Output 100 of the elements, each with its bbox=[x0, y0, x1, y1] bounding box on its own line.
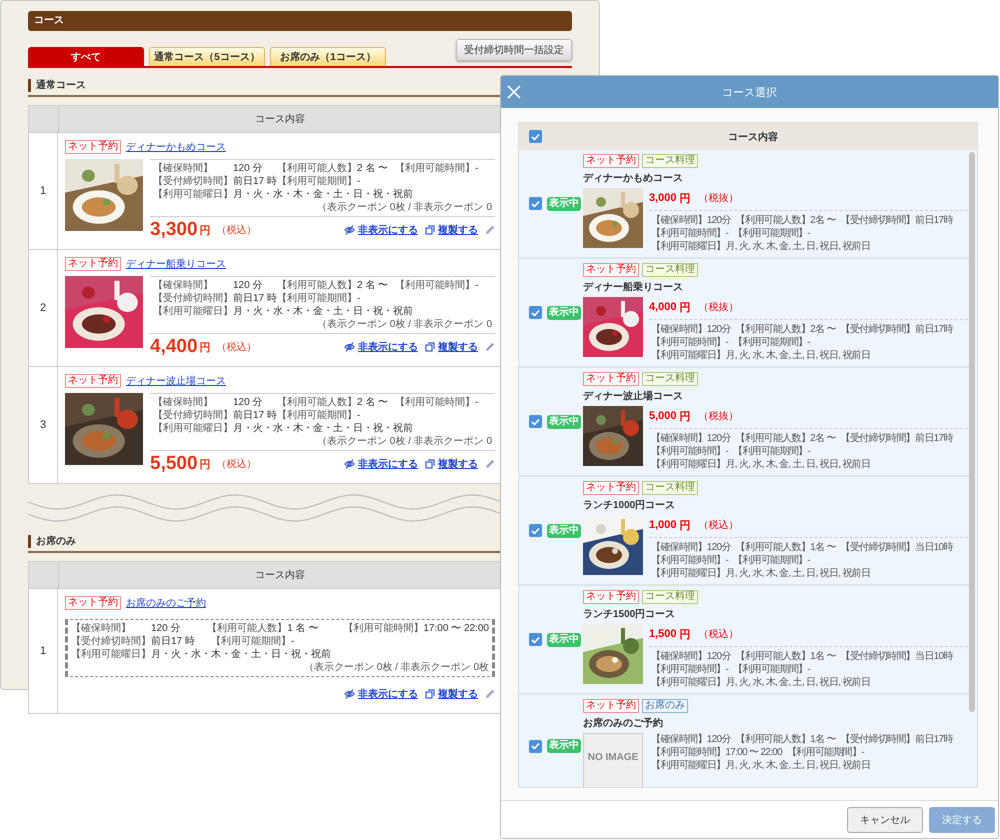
course-detail: 【利用可能時間】- bbox=[651, 554, 728, 567]
course-detail: 【確保時間】120分 bbox=[651, 733, 731, 746]
checkbox[interactable] bbox=[529, 633, 542, 646]
course-name: ランチ1500円コース bbox=[583, 608, 676, 622]
currency: 円 bbox=[200, 224, 211, 238]
reservation-tag: ネット予約 bbox=[65, 140, 121, 154]
hide-link[interactable]: 非表示にする bbox=[344, 223, 418, 237]
course-tag: ネット予約 bbox=[583, 263, 639, 277]
field-label: 【利用可能人数】 bbox=[277, 162, 357, 175]
course-tag: ネット予約 bbox=[583, 590, 639, 604]
eye-slash-icon bbox=[344, 689, 355, 699]
field-value: 2 名 〜 bbox=[357, 396, 388, 409]
course-tag: ネット予約 bbox=[583, 699, 639, 713]
dialog-button[interactable]: キャンセル bbox=[847, 806, 923, 832]
hide-link[interactable]: 非表示にする bbox=[344, 457, 418, 471]
scrollbar[interactable] bbox=[969, 152, 975, 712]
pencil-icon[interactable] bbox=[485, 342, 495, 352]
copy-link[interactable]: 複製する bbox=[425, 457, 478, 471]
course-detail: 【利用可能曜日】月, 火, 水, 木, 金, 土, 日, 祝日, 祝前日 bbox=[651, 240, 870, 253]
price: 4,400 bbox=[150, 336, 198, 358]
course-tag: コース料理 bbox=[642, 263, 698, 277]
field-label: 【利用可能期間】 bbox=[211, 635, 291, 648]
field-value: 1 名 〜 bbox=[287, 622, 318, 635]
course-detail: 【利用可能期間】- bbox=[733, 663, 810, 676]
status-badge: 表示中 bbox=[547, 632, 581, 646]
row-number: 1 bbox=[40, 645, 46, 657]
price: 4,000 bbox=[649, 301, 677, 313]
tab[interactable]: お席のみ（1コース） bbox=[270, 47, 386, 66]
course-link[interactable]: ディナーかもめコース bbox=[126, 140, 226, 154]
close-icon[interactable] bbox=[507, 85, 521, 99]
field-label: 【利用可能曜日】 bbox=[153, 305, 233, 318]
eye-slash-icon bbox=[344, 225, 355, 235]
course-detail: 【利用可能人数】1名 〜 bbox=[736, 541, 836, 554]
tax-note: （税込） bbox=[698, 628, 739, 641]
course-detail: 【確保時間】120分 bbox=[651, 650, 731, 663]
field-label: 【確保時間】 bbox=[153, 162, 214, 175]
course-name: ディナーかもめコース bbox=[583, 172, 684, 186]
bulk-setting-button[interactable]: 受付締切時間一括設定 bbox=[456, 39, 572, 61]
checkbox[interactable] bbox=[529, 130, 542, 143]
pencil-icon[interactable] bbox=[485, 459, 495, 469]
course-tag: コース料理 bbox=[642, 590, 698, 604]
course-name: ディナー波止場コース bbox=[583, 390, 684, 404]
row-number: 2 bbox=[40, 302, 46, 314]
eye-slash-icon bbox=[344, 459, 355, 469]
pencil-icon[interactable] bbox=[485, 225, 495, 235]
status-badge: 表示中 bbox=[547, 739, 581, 753]
field-label: 【利用可能時間】 bbox=[343, 622, 424, 635]
course-detail: 【利用可能人数】2名 〜 bbox=[736, 323, 836, 336]
tab[interactable]: すべて bbox=[28, 47, 144, 66]
course-detail: 【利用可能期間】- bbox=[733, 336, 810, 349]
tax-note: （税抜） bbox=[698, 300, 739, 314]
field-label: 【受付締切時間】 bbox=[153, 292, 233, 305]
field-value: 月・火・水・木・金・土・日・祝・祝前 bbox=[233, 422, 413, 435]
course-detail: 【利用可能時間】- bbox=[651, 445, 728, 458]
course-link[interactable]: ディナー波止場コース bbox=[126, 374, 226, 388]
checkbox[interactable] bbox=[529, 524, 542, 537]
field-value: - bbox=[357, 292, 360, 305]
price: 1,500 bbox=[649, 628, 677, 640]
course-detail: 【受付締切時間】当日10時 bbox=[840, 650, 953, 663]
hide-link[interactable]: 非表示にする bbox=[344, 687, 418, 701]
course-detail: 【利用可能人数】2名 〜 bbox=[736, 214, 836, 227]
course-detail: 【受付締切時間】当日10時 bbox=[840, 541, 953, 554]
reservation-tag: ネット予約 bbox=[65, 596, 121, 610]
checkbox[interactable] bbox=[529, 306, 542, 319]
course-name: お席のみのご予約 bbox=[583, 716, 664, 731]
tax-note: （税込） bbox=[698, 518, 739, 532]
copy-link[interactable]: 複製する bbox=[425, 223, 478, 237]
hide-link[interactable]: 非表示にする bbox=[344, 340, 418, 354]
field-value: - bbox=[475, 162, 478, 175]
checkbox[interactable] bbox=[529, 197, 542, 210]
tax-note: （税抜） bbox=[698, 410, 739, 423]
course-detail: 【利用可能時間】- bbox=[651, 336, 728, 349]
copy-link[interactable]: 複製する bbox=[425, 687, 478, 701]
course-detail: 【確保時間】120分 bbox=[651, 214, 731, 227]
coupon-count: （表示クーポン 0枚 / 非表示クーポン 0 bbox=[316, 318, 492, 331]
section-heading: お席のみ bbox=[28, 535, 76, 548]
course-detail: 【利用可能期間】- bbox=[733, 227, 810, 240]
price: 1,000 bbox=[649, 519, 677, 531]
field-label: 【利用可能人数】 bbox=[207, 622, 288, 635]
currency: 円 bbox=[680, 300, 691, 314]
course-detail: 【受付締切時間】前日17時 bbox=[840, 323, 953, 336]
tab[interactable]: 通常コース（5コース） bbox=[149, 47, 265, 66]
field-label: 【受付締切時間】 bbox=[153, 409, 233, 422]
course-link[interactable]: ディナー船乗りコース bbox=[126, 257, 226, 271]
copy-icon bbox=[425, 689, 435, 699]
copy-link[interactable]: 複製する bbox=[425, 340, 478, 354]
field-value: - bbox=[357, 175, 360, 188]
section-heading: 通常コース bbox=[28, 79, 86, 92]
field-label: 【利用可能時間】 bbox=[395, 396, 475, 409]
course-detail: 【確保時間】120分 bbox=[651, 323, 731, 336]
status-badge: 表示中 bbox=[547, 196, 581, 210]
course-tag: コース料理 bbox=[642, 481, 698, 495]
tax-note: （税込） bbox=[216, 224, 257, 237]
course-link[interactable]: お席のみのご予約 bbox=[126, 596, 206, 610]
course-detail: 【利用可能期間】- bbox=[733, 554, 810, 567]
course-tag: ネット予約 bbox=[583, 372, 639, 386]
coupon-count: （表示クーポン 0枚 / 非表示クーポン 0枚 bbox=[304, 661, 489, 674]
checkbox[interactable] bbox=[529, 740, 542, 752]
checkbox[interactable] bbox=[529, 415, 542, 428]
copy-icon bbox=[425, 459, 435, 469]
